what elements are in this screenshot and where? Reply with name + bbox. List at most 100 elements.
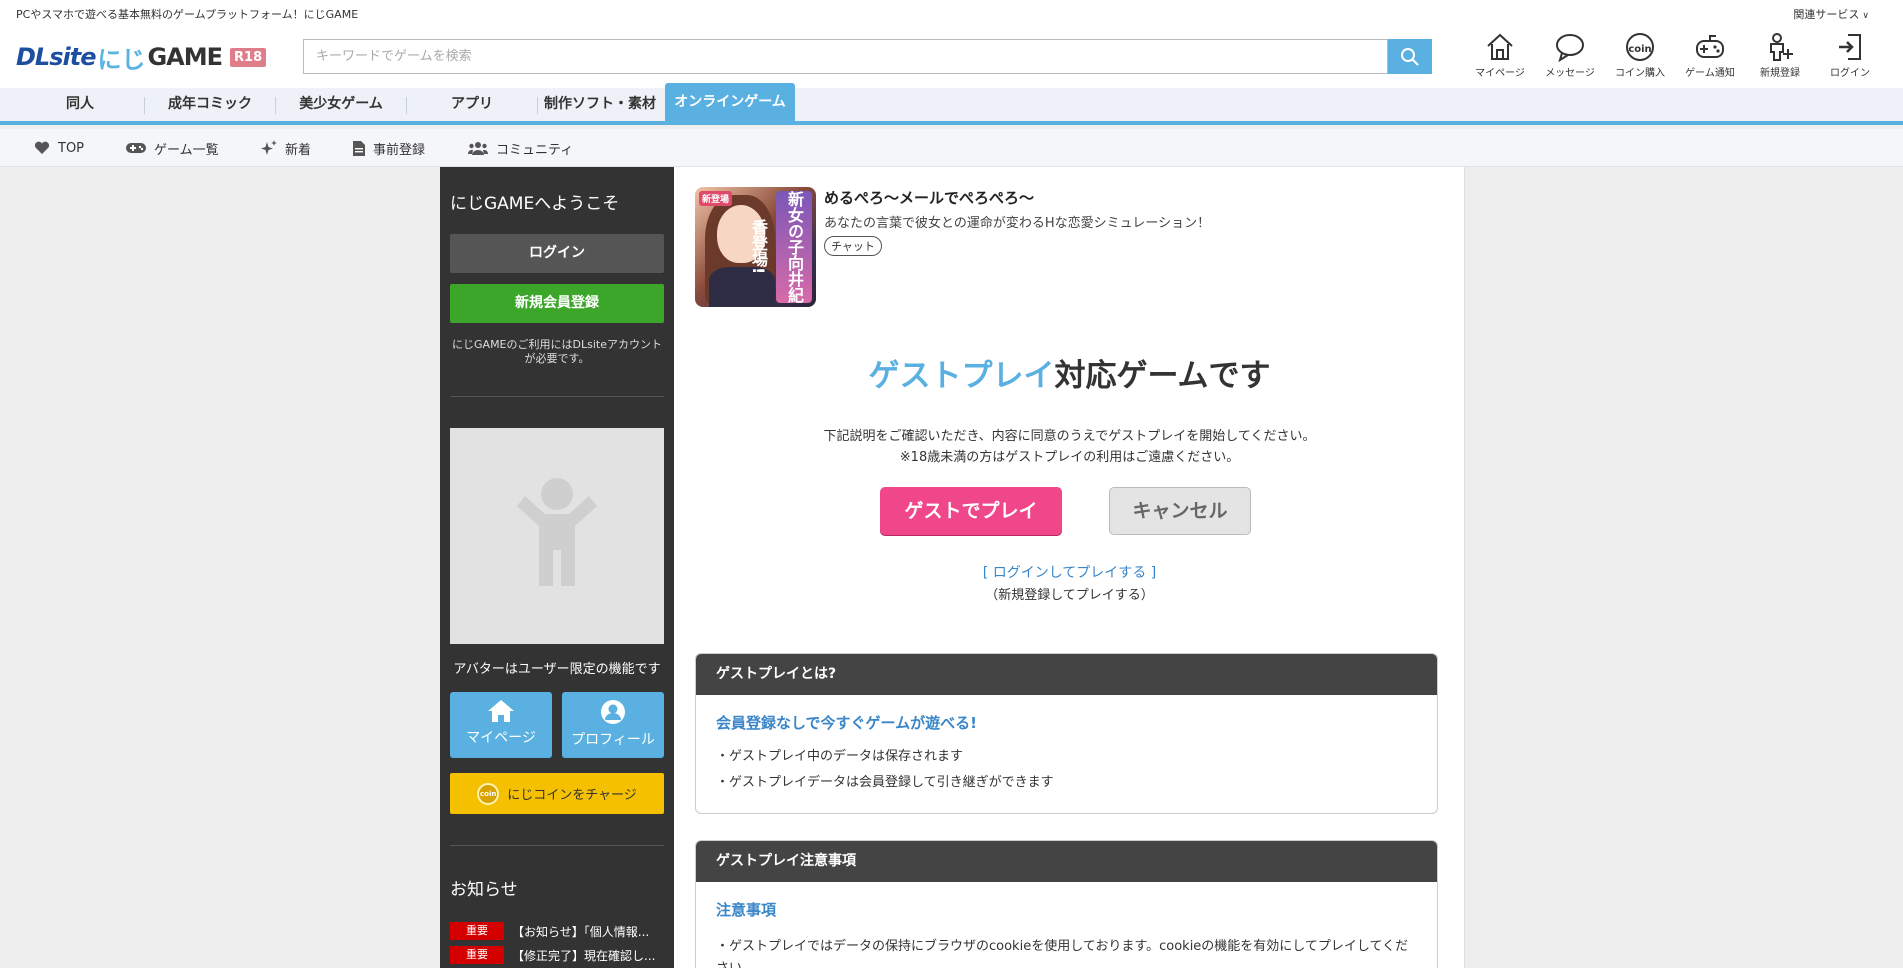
play-as-guest-button[interactable]: ゲストでプレイ	[880, 487, 1062, 535]
gamepad-icon	[126, 143, 146, 153]
nav-login[interactable]: ログイン	[1815, 32, 1885, 79]
login-icon	[1839, 34, 1861, 60]
logo-game: GAME	[147, 43, 223, 71]
subnav-community[interactable]: コミュニティ	[468, 129, 573, 167]
sub-navigation: TOP ゲーム一覧 新着 事前登録 コミュニティ	[0, 129, 1903, 167]
nav-game-notify[interactable]: ゲーム通知	[1675, 32, 1745, 79]
thumb-caption: 新女の子向井紀香登場!	[749, 191, 812, 303]
sidebar-profile-label: プロフィール	[571, 732, 655, 748]
nav-register[interactable]: 新規登録	[1745, 32, 1815, 79]
document-icon	[353, 140, 365, 156]
sidebar: にじGAMEへようこそ ログイン 新規会員登録 にじGAMEのご利用にはDLsi…	[440, 167, 674, 968]
coin-icon: coin	[1626, 33, 1654, 61]
sparkle-icon	[261, 140, 277, 155]
site-logo[interactable]: DLsite にじ GAME R18	[16, 42, 267, 74]
subnav-game-list[interactable]: ゲーム一覧	[126, 129, 219, 167]
site-tagline: PCやスマホで遊べる基本無料のゲームプラットフォーム！にじGAME	[16, 8, 359, 21]
subnav-top-label: TOP	[58, 140, 85, 156]
game-description: あなたの言葉で彼女との運命が変わるHな恋愛シミュレーション！	[824, 216, 1211, 231]
panel-heading: ゲストプレイ注意事項	[696, 841, 1437, 882]
game-title[interactable]: めるぺろ～メールでぺろぺろ～	[824, 187, 1034, 208]
register-icon	[1770, 33, 1793, 61]
news-item[interactable]: 重要 【修正完了】現在確認し...	[450, 946, 664, 964]
avatar-placeholder	[450, 428, 664, 644]
logo-niji: にじ	[97, 45, 146, 74]
users-icon	[468, 142, 488, 155]
sidebar-divider	[450, 396, 664, 397]
login-and-play-link[interactable]: [ ログインしてプレイする ]	[674, 562, 1465, 582]
nav-coin[interactable]: coin コイン購入	[1605, 32, 1675, 79]
search-icon	[1401, 47, 1419, 66]
subnav-top[interactable]: TOP	[34, 129, 84, 167]
tab-doujin[interactable]: 同人	[16, 88, 144, 121]
chevron-down-icon: ∨	[1862, 11, 1869, 21]
coin-icon: coin	[477, 782, 500, 805]
subnav-community-label: コミュニティ	[496, 142, 574, 158]
news-item-text: 【お知らせ】「個人情報...	[512, 924, 650, 939]
search-box	[303, 39, 1388, 74]
related-services-label: 関連サービス	[1793, 8, 1860, 21]
coin-charge-label: にじコインをチャージ	[507, 788, 637, 803]
tab-software-materials[interactable]: 制作ソフト・素材	[538, 88, 662, 121]
related-services-menu[interactable]: 関連サービス ∨	[1793, 6, 1869, 22]
panel-list-item: ・ゲストプレイではデータの保持にブラウザのcookieを使用しております。coo…	[716, 939, 1409, 968]
news-item[interactable]: 重要 【お知らせ】「個人情報...	[450, 922, 664, 940]
nav-coin-label: コイン購入	[1615, 68, 1665, 79]
nav-message[interactable]: メッセージ	[1535, 32, 1605, 79]
top-header: PCやスマホで遊べる基本無料のゲームプラットフォーム！にじGAME 関連サービス…	[0, 0, 1903, 88]
tab-apps[interactable]: アプリ	[407, 88, 537, 121]
panel-heading: ゲストプレイとは?	[696, 654, 1437, 695]
icon-navigation: マイページ メッセージ coin コイン購入 ゲーム通知 新規登録 ログイン	[1465, 32, 1885, 79]
sidebar-register-button[interactable]: 新規会員登録	[450, 284, 664, 323]
logo-dlsite: DLsite	[16, 43, 96, 71]
search-input[interactable]	[304, 40, 1344, 73]
message-line-2: ※18歳未満の方はゲストプレイの利用はご遠慮ください。	[899, 450, 1240, 465]
avatar-silhouette-icon	[517, 478, 597, 586]
panel-list-item: ・ゲストプレイ中のデータは保存されます	[716, 749, 964, 764]
news-title: お知らせ	[450, 880, 518, 900]
sidebar-divider	[450, 845, 664, 846]
nav-register-label: 新規登録	[1760, 68, 1800, 79]
coin-charge-button[interactable]: coin にじコインをチャージ	[450, 773, 664, 814]
important-badge: 重要	[450, 946, 504, 964]
guest-play-headline: ゲストプレイ対応ゲームです	[674, 350, 1465, 395]
thumb-new-badge: 新登場	[699, 191, 733, 206]
category-tabs: 同人 成年コミック 美少女ゲーム アプリ 制作ソフト・素材 オンラインゲーム	[0, 83, 1903, 125]
subnav-new[interactable]: 新着	[261, 129, 311, 167]
guest-play-about-panel: ゲストプレイとは? 会員登録なしで今すぐゲームが遊べる! ・ゲストプレイ中のデー…	[695, 653, 1438, 814]
register-and-play-link[interactable]: （新規登録してプレイする）	[674, 584, 1465, 603]
subnav-preregister[interactable]: 事前登録	[353, 129, 425, 167]
tab-bishoujo-game[interactable]: 美少女ゲーム	[276, 88, 406, 121]
game-thumbnail[interactable]: 新女の子向井紀香登場! 新登場	[695, 187, 816, 307]
sidebar-welcome: にじGAMEへようこそ	[450, 194, 620, 214]
tab-online-games[interactable]: オンラインゲーム	[665, 83, 795, 121]
headline-rest: 対応ゲームです	[1054, 358, 1271, 394]
sidebar-profile-button[interactable]: プロフィール	[562, 692, 664, 758]
news-item-text: 【修正完了】現在確認し...	[512, 948, 656, 963]
panel-subheading: 会員登録なしで今すぐゲームが遊べる!	[716, 714, 977, 732]
svg-text:coin: coin	[1628, 44, 1651, 55]
nav-mypage-label: マイページ	[1475, 68, 1525, 79]
sidebar-login-button[interactable]: ログイン	[450, 234, 664, 273]
panel-list-item: ・ゲストプレイデータは会員登録して引き継ぎができます	[716, 775, 1054, 790]
tab-adult-comic[interactable]: 成年コミック	[145, 88, 275, 121]
sidebar-account-note: にじGAMEのご利用にはDLsiteアカウントが必要です。	[452, 338, 662, 365]
headline-accent: ゲストプレイ	[868, 358, 1055, 394]
nav-game-notify-label: ゲーム通知	[1685, 68, 1735, 79]
guest-play-notes-panel: ゲストプレイ注意事項 注意事項 ・ゲストプレイではデータの保持にブラウザのcoo…	[695, 840, 1438, 968]
nav-mypage[interactable]: マイページ	[1465, 32, 1535, 79]
game-genre-tag[interactable]: チャット	[824, 236, 882, 256]
sidebar-mypage-button[interactable]: マイページ	[450, 692, 552, 758]
gamepad-icon	[1696, 35, 1724, 58]
cancel-button[interactable]: キャンセル	[1109, 487, 1251, 535]
message-icon	[1556, 34, 1584, 62]
nav-login-label: ログイン	[1830, 68, 1870, 79]
subnav-preregister-label: 事前登録	[373, 142, 426, 158]
profile-icon	[601, 700, 625, 724]
message-line-1: 下記説明をご確認いただき、内容に同意のうえでゲストプレイを開始してください。	[823, 429, 1316, 444]
main-content: 新女の子向井紀香登場! 新登場 めるぺろ～メールでぺろぺろ～ あなたの言葉で彼女…	[674, 167, 1465, 968]
subnav-new-label: 新着	[285, 142, 312, 158]
guest-play-message: 下記説明をご確認いただき、内容に同意のうえでゲストプレイを開始してください。 ※…	[674, 426, 1465, 468]
search-button[interactable]	[1388, 39, 1432, 74]
sidebar-mypage-label: マイページ	[466, 730, 536, 746]
